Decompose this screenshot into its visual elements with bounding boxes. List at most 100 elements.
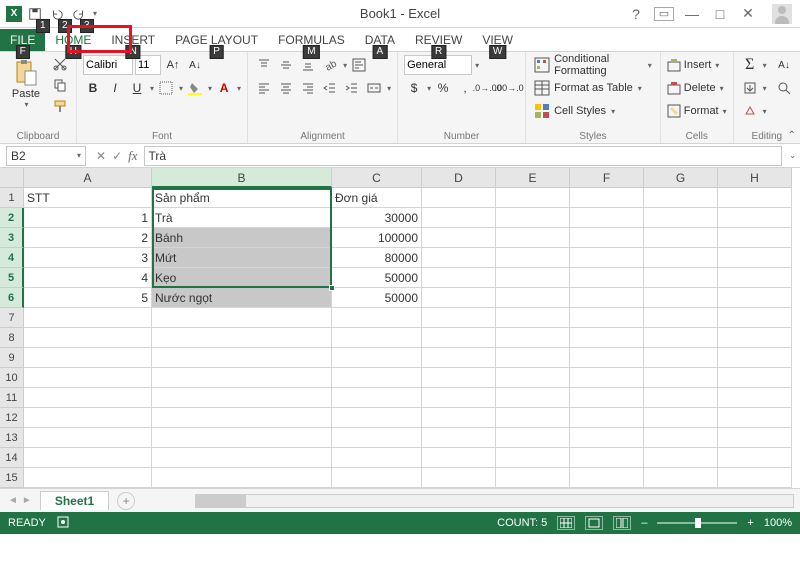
col-header-A[interactable]: A xyxy=(24,168,152,188)
cell[interactable] xyxy=(422,228,496,248)
cell[interactable] xyxy=(644,268,718,288)
view-pagebreak-button[interactable] xyxy=(613,516,631,530)
qat-customize[interactable]: ▾ xyxy=(93,9,97,18)
cell[interactable] xyxy=(24,448,152,468)
zoom-out-button[interactable]: – xyxy=(641,517,647,529)
cell[interactable] xyxy=(718,248,792,268)
cell[interactable]: 3 xyxy=(24,248,152,268)
row-header-6[interactable]: 6 xyxy=(0,288,24,308)
cell[interactable] xyxy=(332,368,422,388)
format-as-table-button[interactable]: Format as Table▾ xyxy=(532,77,654,99)
cell[interactable] xyxy=(496,248,570,268)
maximize-button[interactable]: □ xyxy=(710,6,730,22)
cell[interactable] xyxy=(422,208,496,228)
qat-save[interactable]: 1 xyxy=(26,5,44,23)
cell[interactable] xyxy=(152,368,332,388)
cell[interactable]: 30000 xyxy=(332,208,422,228)
col-header-D[interactable]: D xyxy=(422,168,496,188)
increase-font-button[interactable]: A↑ xyxy=(163,55,183,75)
cell[interactable]: 5 xyxy=(24,288,152,308)
cell[interactable] xyxy=(718,268,792,288)
cell[interactable] xyxy=(332,348,422,368)
col-header-F[interactable]: F xyxy=(570,168,644,188)
cell[interactable] xyxy=(152,468,332,488)
zoom-level[interactable]: 100% xyxy=(764,517,792,529)
align-left-button[interactable] xyxy=(254,78,274,98)
orientation-button[interactable]: ab xyxy=(320,55,340,75)
cell[interactable] xyxy=(152,448,332,468)
cell[interactable] xyxy=(332,448,422,468)
cell[interactable] xyxy=(496,268,570,288)
row-header-13[interactable]: 13 xyxy=(0,428,24,448)
border-button[interactable] xyxy=(156,78,176,98)
cell[interactable] xyxy=(496,468,570,488)
cell[interactable] xyxy=(718,308,792,328)
cell[interactable] xyxy=(496,368,570,388)
cell[interactable] xyxy=(422,368,496,388)
cell[interactable] xyxy=(332,408,422,428)
cell[interactable]: 2 xyxy=(24,228,152,248)
middle-align-button[interactable] xyxy=(276,55,296,75)
cell[interactable] xyxy=(570,228,644,248)
row-header-14[interactable]: 14 xyxy=(0,448,24,468)
find-button[interactable] xyxy=(774,78,794,98)
formula-bar[interactable]: Trà xyxy=(144,146,783,166)
cell[interactable] xyxy=(422,448,496,468)
cell[interactable]: 4 xyxy=(24,268,152,288)
insert-cells-button[interactable]: Insert▾ xyxy=(667,54,727,76)
cell[interactable] xyxy=(718,348,792,368)
cell[interactable] xyxy=(152,408,332,428)
sheet-tab-1[interactable]: Sheet1 xyxy=(40,491,109,510)
row-header-15[interactable]: 15 xyxy=(0,468,24,488)
cell[interactable] xyxy=(570,408,644,428)
format-painter-button[interactable] xyxy=(50,96,70,116)
cell[interactable] xyxy=(496,188,570,208)
decrease-font-button[interactable]: A↓ xyxy=(185,55,205,75)
cell[interactable] xyxy=(570,208,644,228)
add-sheet-button[interactable]: + xyxy=(117,492,135,510)
tab-data[interactable]: DATAA xyxy=(355,29,405,51)
cell[interactable] xyxy=(422,248,496,268)
cell[interactable] xyxy=(570,348,644,368)
cell[interactable] xyxy=(496,428,570,448)
collapse-ribbon-button[interactable]: ⌃ xyxy=(788,130,796,141)
qat-redo[interactable]: 3 xyxy=(70,5,88,23)
cell[interactable] xyxy=(718,428,792,448)
user-avatar[interactable] xyxy=(772,4,792,24)
cell[interactable]: 50000 xyxy=(332,288,422,308)
wrap-text-button[interactable] xyxy=(349,55,369,75)
align-center-button[interactable] xyxy=(276,78,296,98)
cell[interactable] xyxy=(422,288,496,308)
cell[interactable] xyxy=(570,308,644,328)
cell[interactable] xyxy=(570,388,644,408)
row-header-9[interactable]: 9 xyxy=(0,348,24,368)
format-cells-button[interactable]: Format▾ xyxy=(667,100,727,122)
row-header-3[interactable]: 3 xyxy=(0,228,24,248)
tab-insert[interactable]: INSERTN xyxy=(101,29,165,51)
cell[interactable] xyxy=(496,228,570,248)
cell[interactable] xyxy=(570,288,644,308)
cell[interactable] xyxy=(644,308,718,328)
cell[interactable] xyxy=(496,448,570,468)
fill-button[interactable] xyxy=(740,78,760,98)
cell[interactable] xyxy=(570,188,644,208)
zoom-slider[interactable] xyxy=(657,522,737,524)
cell[interactable] xyxy=(496,348,570,368)
tab-pagelayout[interactable]: PAGE LAYOUTP xyxy=(165,29,268,51)
cell[interactable] xyxy=(718,228,792,248)
cell[interactable] xyxy=(718,408,792,428)
col-header-B[interactable]: B xyxy=(152,168,332,188)
bold-button[interactable]: B xyxy=(83,78,103,98)
cell[interactable] xyxy=(332,328,422,348)
macro-record-icon[interactable] xyxy=(56,515,70,532)
row-header-2[interactable]: 2 xyxy=(0,208,24,228)
cell[interactable] xyxy=(422,388,496,408)
cell[interactable] xyxy=(152,348,332,368)
col-header-G[interactable]: G xyxy=(644,168,718,188)
row-header-5[interactable]: 5 xyxy=(0,268,24,288)
italic-button[interactable]: I xyxy=(105,78,125,98)
ribbon-options-button[interactable]: ▭ xyxy=(654,7,674,21)
copy-button[interactable] xyxy=(50,75,70,95)
row-header-11[interactable]: 11 xyxy=(0,388,24,408)
col-header-H[interactable]: H xyxy=(718,168,792,188)
